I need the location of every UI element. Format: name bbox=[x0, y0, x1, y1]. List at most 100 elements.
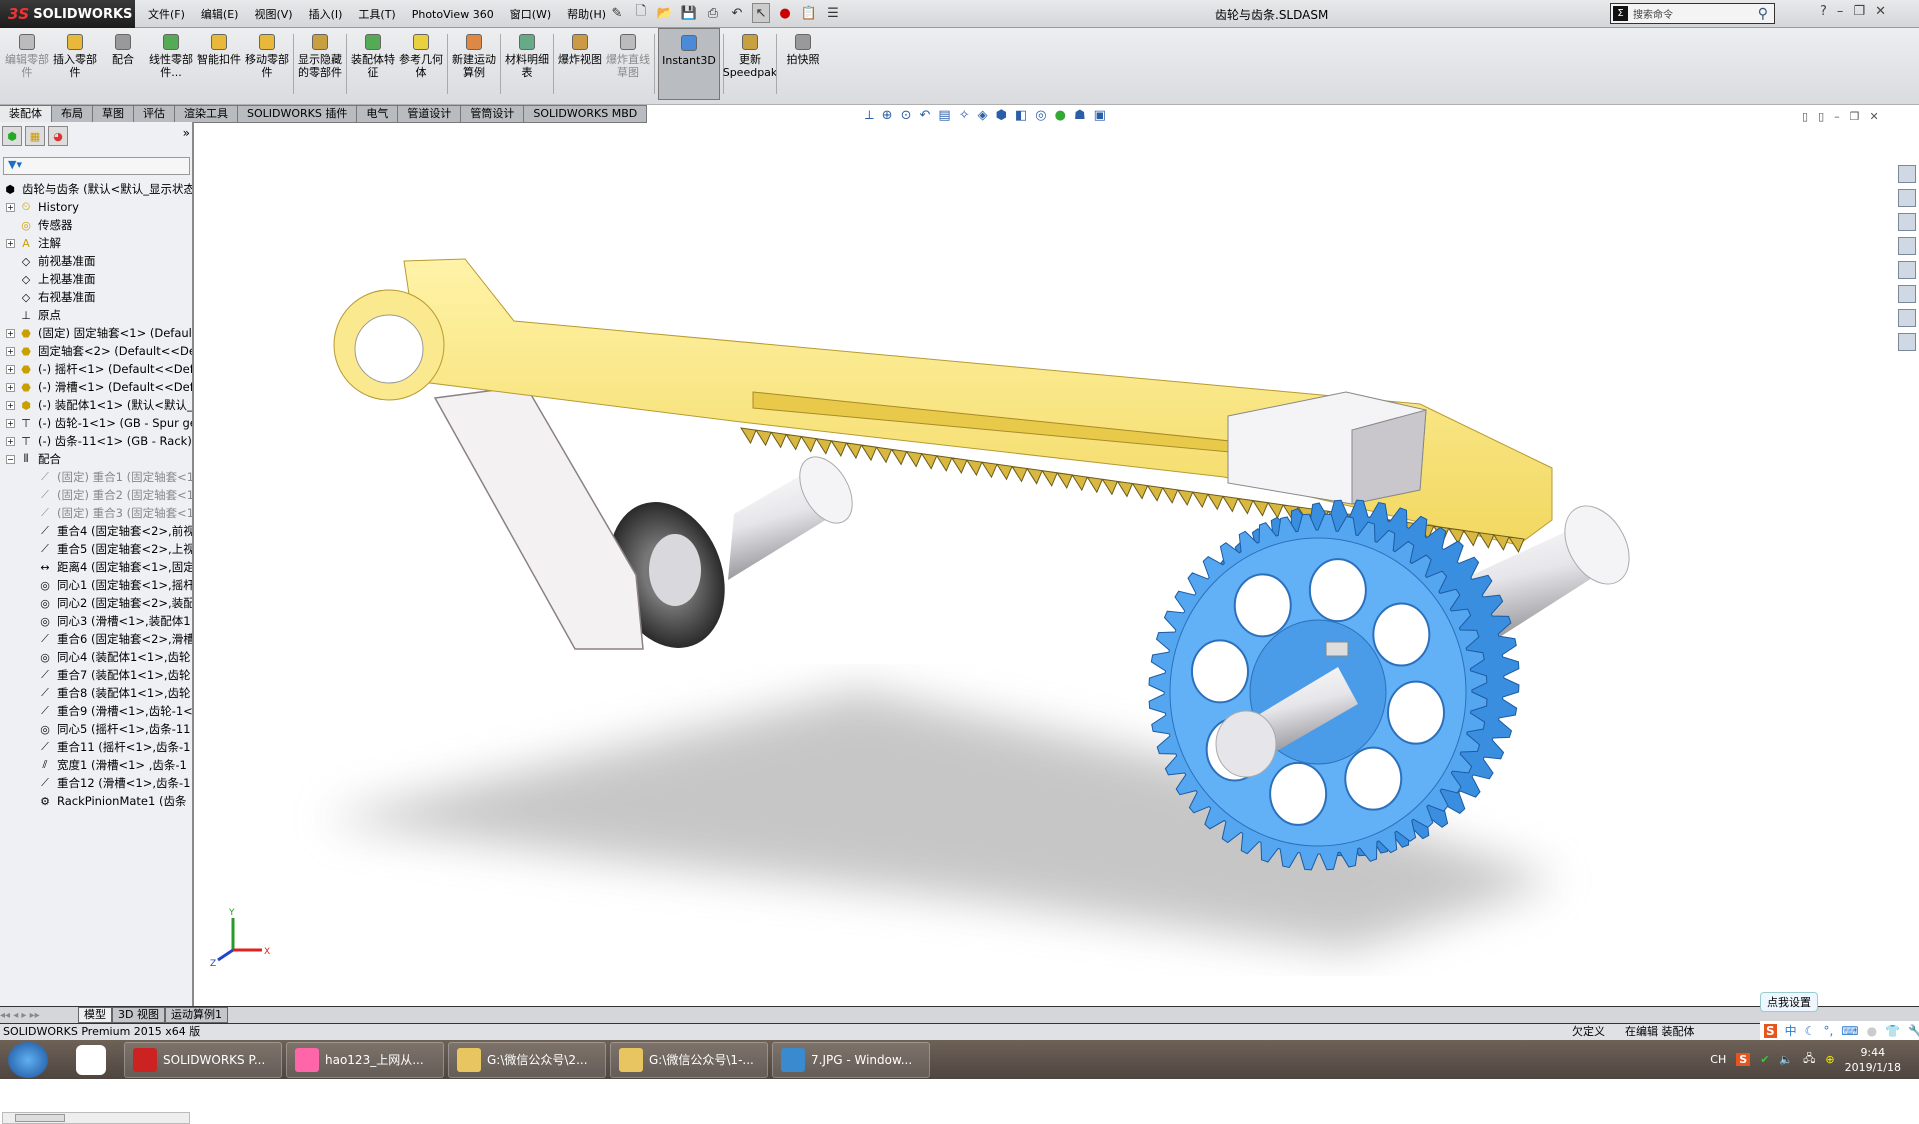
user-icon[interactable]: ● bbox=[1867, 1024, 1877, 1038]
3d-viewport[interactable]: Y X Z bbox=[0, 0, 1919, 1079]
tree-item[interactable]: − ⫴ 配合 bbox=[0, 450, 192, 468]
moon-icon[interactable]: ☾ bbox=[1805, 1024, 1816, 1038]
mate-item[interactable]: ↔ 距离4 (固定轴套<1>,固定 bbox=[0, 558, 192, 576]
feature-manager-tab-icon[interactable]: ⬢ bbox=[2, 126, 22, 146]
appearances-icon[interactable] bbox=[1898, 261, 1916, 279]
taskbar-button[interactable]: 7.JPG - Window... bbox=[772, 1041, 930, 1078]
tree-item[interactable]: + ⬣ (-) 摇杆<1> (Default<<Default>) bbox=[0, 360, 192, 378]
expand-toggle[interactable]: + bbox=[6, 328, 15, 338]
taskbar-button[interactable]: G:\微信公众号\1-... bbox=[610, 1041, 768, 1078]
tree-item[interactable]: + ⏲ History bbox=[0, 198, 192, 216]
tree-item[interactable]: + ⬣ 固定轴套<2> (Default<<Default>) bbox=[0, 342, 192, 360]
tree-item[interactable]: ⊥ 原点 bbox=[0, 306, 192, 324]
mate-item[interactable]: ⟋ 重合9 (滑槽<1>,齿轮-1< bbox=[0, 702, 192, 720]
status-bar: SOLIDWORKS Premium 2015 x64 版 欠定义 在编辑 装配… bbox=[0, 1023, 1919, 1040]
expand-panel-icon[interactable]: » bbox=[183, 126, 190, 152]
toolbox-icon: ⊤ bbox=[21, 434, 31, 448]
tree-item[interactable]: ◇ 右视基准面 bbox=[0, 288, 192, 306]
custom-properties-icon[interactable] bbox=[1898, 285, 1916, 303]
expand-toggle[interactable]: − bbox=[6, 454, 15, 464]
sogou-icon[interactable]: S bbox=[1764, 1023, 1777, 1038]
mate-item[interactable]: ⟋ 重合11 (摇杆<1>,齿条-1 bbox=[0, 738, 192, 756]
mate-item[interactable]: ⟋ 重合5 (固定轴套<2>,上视 bbox=[0, 540, 192, 558]
security-icon[interactable]: ✔ bbox=[1760, 1053, 1769, 1066]
tree-horizontal-scrollbar[interactable] bbox=[2, 1112, 190, 1124]
file-explorer-icon[interactable] bbox=[1898, 213, 1916, 231]
mate-item[interactable]: ⟋ 重合8 (装配体1<1>,齿轮 bbox=[0, 684, 192, 702]
start-button[interactable] bbox=[8, 1041, 48, 1078]
bottom-tab[interactable]: 运动算例1 bbox=[164, 1007, 228, 1023]
volume-icon[interactable]: 🔈 bbox=[1779, 1053, 1793, 1066]
baidu-cloud-icon[interactable] bbox=[76, 1044, 106, 1075]
mate-item[interactable]: ◎ 同心3 (滑槽<1>,装配体1 bbox=[0, 612, 192, 630]
mate-item[interactable]: ⟋ (固定) 重合2 (固定轴套<1> bbox=[0, 486, 192, 504]
coincident-icon: ⟋ bbox=[41, 776, 49, 789]
mate-item[interactable]: ⟋ 重合4 (固定轴套<2>,前视 bbox=[0, 522, 192, 540]
mate-item[interactable]: ⚙ RackPinionMate1 (齿条 bbox=[0, 792, 192, 810]
property-manager-tab-icon[interactable]: ▦ bbox=[25, 126, 45, 146]
solidworks-resources-icon[interactable] bbox=[1898, 165, 1916, 183]
skin-icon[interactable]: 👕 bbox=[1885, 1024, 1900, 1038]
tree-root[interactable]: ⬢ 齿轮与齿条 (默认<默认_显示状态-1>) bbox=[0, 180, 192, 198]
expand-toggle[interactable]: + bbox=[6, 400, 15, 410]
expand-toggle[interactable]: + bbox=[6, 364, 15, 374]
tree-item[interactable]: ◎ 传感器 bbox=[0, 216, 192, 234]
tree-item[interactable]: ◇ 前视基准面 bbox=[0, 252, 192, 270]
mate-item[interactable]: ⟋ (固定) 重合3 (固定轴套<1> bbox=[0, 504, 192, 522]
keyboard-icon[interactable]: ⌨ bbox=[1841, 1024, 1858, 1038]
sogou-tray-icon[interactable]: S bbox=[1736, 1053, 1751, 1066]
punctuation-icon[interactable]: °, bbox=[1823, 1024, 1833, 1038]
bottom-tab[interactable]: 模型 bbox=[78, 1007, 112, 1023]
wrench-icon[interactable]: 🔧 bbox=[1908, 1024, 1919, 1038]
bottom-tab[interactable]: 3D 视图 bbox=[112, 1007, 165, 1023]
clock[interactable]: 9:44 2019/1/18 bbox=[1845, 1045, 1901, 1075]
display-manager-tab-icon[interactable]: ◕ bbox=[48, 126, 68, 146]
tab-scroll-arrows[interactable]: ◂◂ ◂ ▸ ▸▸ bbox=[0, 1010, 62, 1021]
forum-icon[interactable] bbox=[1898, 309, 1916, 327]
ime-tooltip[interactable]: 点我设置 bbox=[1760, 992, 1818, 1012]
svg-text:Z: Z bbox=[210, 959, 216, 969]
expand-toggle[interactable]: + bbox=[6, 202, 15, 212]
mate-item[interactable]: ◎ 同心2 (固定轴套<2>,装配 bbox=[0, 594, 192, 612]
taskbar-button[interactable]: hao123_上网从... bbox=[286, 1041, 444, 1078]
expand-toggle[interactable]: + bbox=[6, 382, 15, 392]
mate-item[interactable]: ◎ 同心1 (固定轴套<1>,摇杆 bbox=[0, 576, 192, 594]
update-icon[interactable]: ⊕ bbox=[1825, 1053, 1834, 1066]
coincident-icon: ⟋ bbox=[41, 686, 49, 699]
design-library-icon[interactable] bbox=[1898, 189, 1916, 207]
mate-item[interactable]: ⟋ 重合12 (滑槽<1>,齿条-1 bbox=[0, 774, 192, 792]
expand-toggle[interactable]: + bbox=[6, 238, 15, 248]
ime-mode[interactable]: 中 bbox=[1785, 1022, 1797, 1039]
language-indicator[interactable]: CH bbox=[1710, 1053, 1726, 1066]
mate-item[interactable]: ⟋ (固定) 重合1 (固定轴套<1> bbox=[0, 468, 192, 486]
tree-filter[interactable]: ▼▾ bbox=[3, 157, 190, 175]
taskbar-button[interactable]: G:\微信公众号\2... bbox=[448, 1041, 606, 1078]
view-palette-icon[interactable] bbox=[1898, 237, 1916, 255]
mate-item[interactable]: ◎ 同心4 (装配体1<1>,齿轮 bbox=[0, 648, 192, 666]
windows-taskbar: SOLIDWORKS P... hao123_上网从... G:\微信公众号\2..… bbox=[0, 1040, 1919, 1079]
mate-item[interactable]: ⟋ 重合7 (装配体1<1>,齿轮 bbox=[0, 666, 192, 684]
tree-item[interactable]: + A 注解 bbox=[0, 234, 192, 252]
tree-item[interactable]: + ⊤ (-) 齿条-11<1> (GB - Rack) bbox=[0, 432, 192, 450]
coincident-icon: ⟋ bbox=[41, 524, 49, 537]
expand-toggle[interactable]: + bbox=[6, 346, 15, 356]
tree-item[interactable]: ◇ 上视基准面 bbox=[0, 270, 192, 288]
tree-item[interactable]: + ⊤ (-) 齿轮-1<1> (GB - Spur gear) bbox=[0, 414, 192, 432]
scrollbar-thumb[interactable] bbox=[15, 1114, 65, 1122]
rocker-link[interactable] bbox=[433, 385, 644, 650]
tree-item-label: 前视基准面 bbox=[38, 254, 96, 268]
network-icon[interactable]: 🖧 bbox=[1803, 1050, 1815, 1069]
tree-item[interactable]: + ⬣ (固定) 固定轴套<1> (Default<<Default>) bbox=[0, 324, 192, 342]
mate-label: (固定) 重合2 (固定轴套<1> bbox=[57, 488, 192, 502]
tree-item[interactable]: + ⬣ (-) 滑槽<1> (Default<<Default>) bbox=[0, 378, 192, 396]
origin-icon: ⊥ bbox=[21, 308, 31, 322]
taskbar-button[interactable]: SOLIDWORKS P... bbox=[124, 1041, 282, 1078]
mate-item[interactable]: ⫽ 宽度1 (滑槽<1> ,齿条-1 bbox=[0, 756, 192, 774]
mate-item[interactable]: ⟋ 重合6 (固定轴套<2>,滑槽 bbox=[0, 630, 192, 648]
toolbox-pane-icon[interactable] bbox=[1898, 333, 1916, 351]
mate-item[interactable]: ◎ 同心5 (摇杆<1>,齿条-11 bbox=[0, 720, 192, 738]
tree-item[interactable]: + ⬢ (-) 装配体1<1> (默认<默认_显示状态>) bbox=[0, 396, 192, 414]
expand-toggle[interactable]: + bbox=[6, 418, 15, 428]
expand-toggle[interactable]: + bbox=[6, 436, 15, 446]
ime-toolbar[interactable]: S 中 ☾ °, ⌨ ● 👕 🔧 bbox=[1760, 1021, 1919, 1040]
